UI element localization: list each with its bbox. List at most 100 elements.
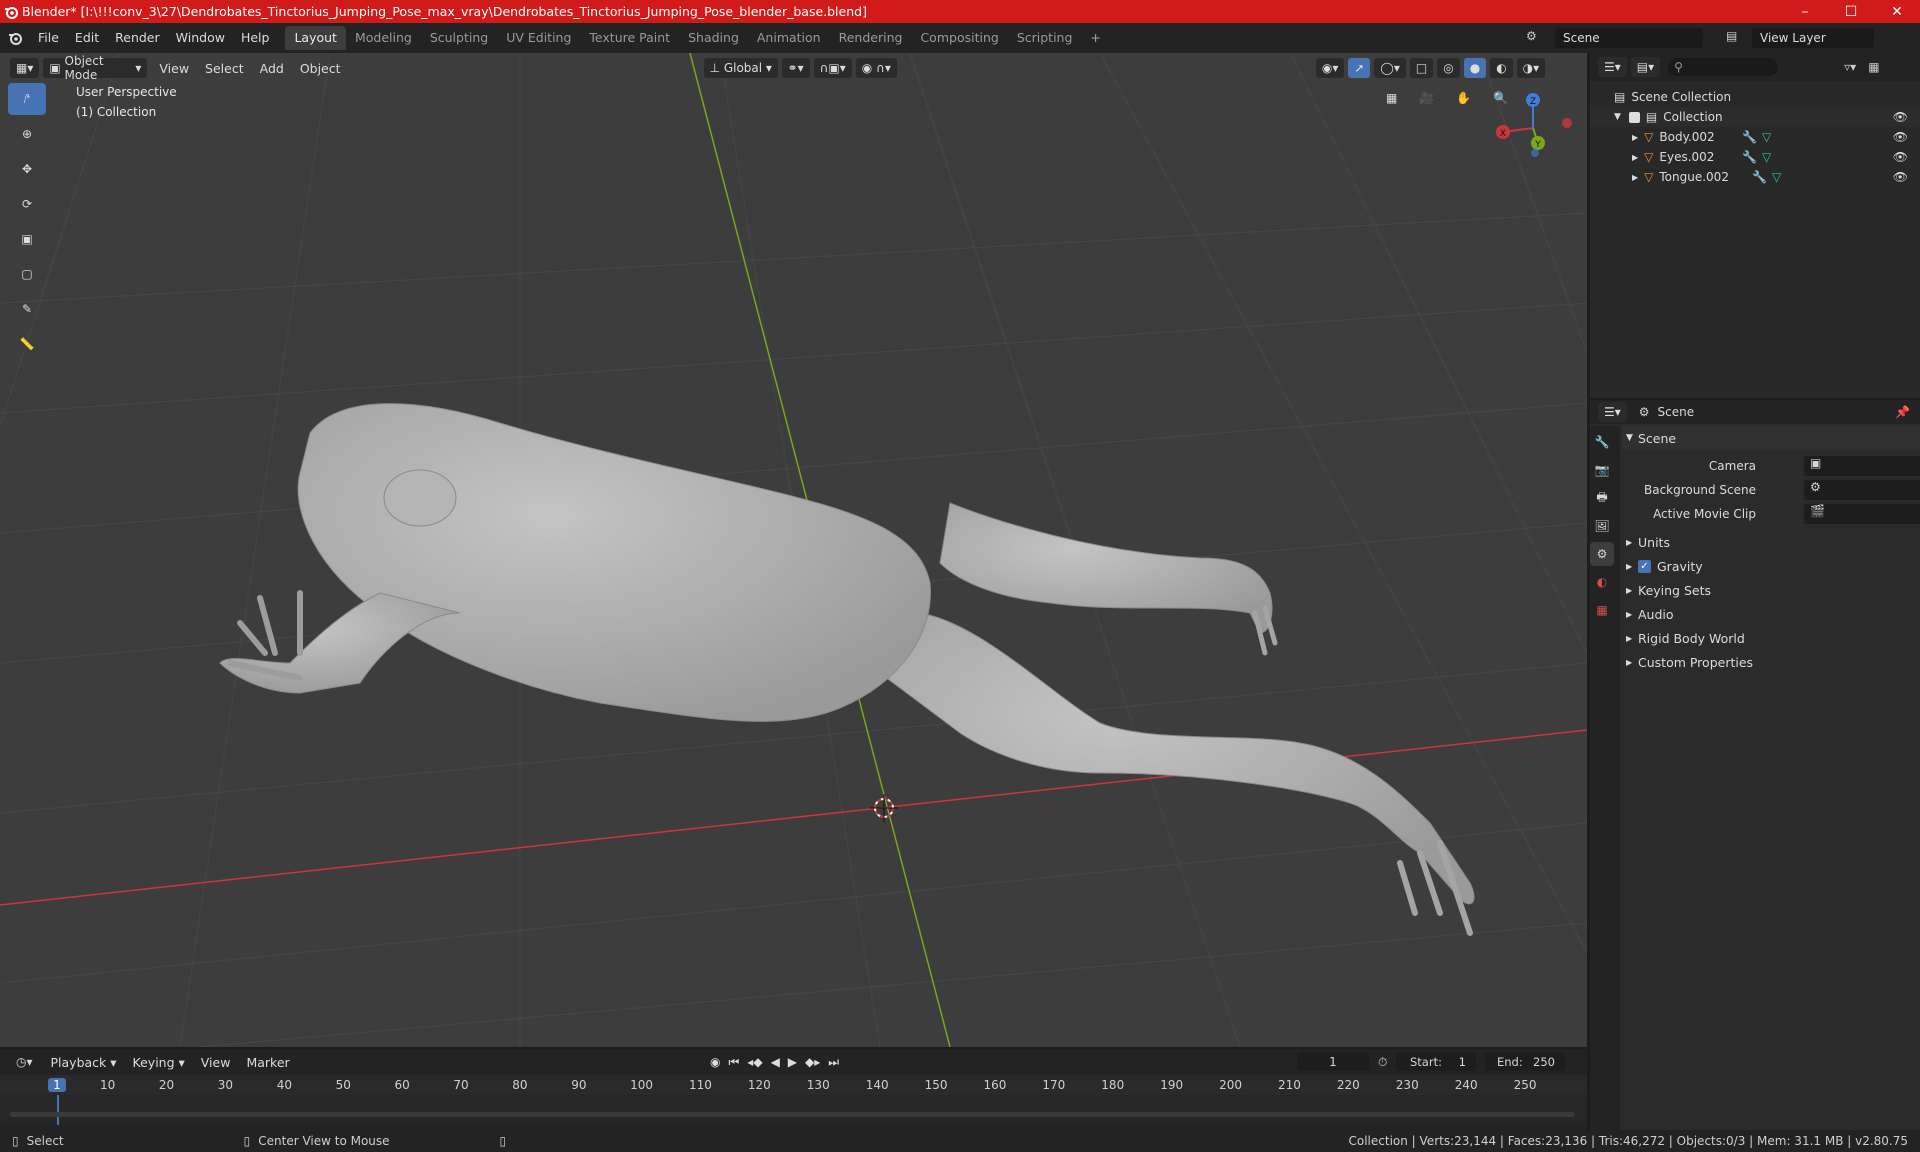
cursor-tool-icon[interactable]: ⊕ — [8, 118, 46, 150]
tab-modeling[interactable]: Modeling — [346, 26, 421, 50]
preview-range-icon[interactable]: ⏱ — [1378, 1055, 1387, 1070]
maximize-button[interactable]: ☐ — [1828, 0, 1874, 23]
menu-window[interactable]: Window — [168, 23, 233, 53]
minimize-button[interactable]: – — [1782, 0, 1828, 23]
start-frame-field[interactable]: Start: 1 — [1396, 1053, 1476, 1071]
visibility-eye-icon[interactable]: 👁 — [1893, 150, 1908, 164]
transform-tool-icon[interactable]: ▢ — [8, 258, 46, 290]
world-tab-icon[interactable]: ◐ — [1590, 570, 1614, 594]
panel-custom-properties[interactable]: ▶ Custom Properties — [1622, 650, 1920, 674]
viewport-menu-object[interactable]: Object — [292, 61, 349, 76]
overlay-icon[interactable]: ◯▾ — [1374, 58, 1406, 78]
jump-end-icon[interactable]: ⏭ — [828, 1055, 839, 1070]
scene-tab-icon[interactable]: ⚙ — [1590, 542, 1614, 566]
snap-icon[interactable]: ∩▣▾ — [813, 58, 852, 78]
visibility-eye-icon[interactable]: 👁 — [1893, 170, 1908, 184]
panel-audio[interactable]: ▶ Audio — [1622, 602, 1920, 626]
play-reverse-icon[interactable]: ◀ — [771, 1055, 780, 1069]
new-collection-icon[interactable]: ▦ — [1868, 60, 1879, 74]
visibility-icon[interactable]: ◉▾ — [1315, 58, 1345, 78]
gizmo-toggle-icon[interactable]: ➚ — [1348, 58, 1371, 78]
modifier-wrench-icon[interactable]: 🔧 — [1742, 150, 1757, 164]
menu-edit[interactable]: Edit — [67, 23, 107, 53]
outliner-row-scene-collection[interactable]: ▤ Scene Collection — [1590, 87, 1920, 107]
timeline-menu-marker[interactable]: Marker — [238, 1055, 297, 1070]
panel-gravity[interactable]: ▶ ✓ Gravity — [1622, 554, 1920, 578]
solid-shading-icon[interactable]: ● — [1463, 58, 1487, 78]
timeline-menu-keying[interactable]: Keying ▾ — [125, 1055, 193, 1070]
display-mode-icon[interactable]: ▤▾ — [1630, 57, 1661, 77]
add-workspace-icon[interactable]: + — [1081, 26, 1109, 50]
scene-selector-icon[interactable]: ⚙ — [1526, 29, 1537, 43]
mesh-data-icon[interactable]: ▽ — [1772, 170, 1781, 184]
properties-editor-icon[interactable]: ☰▾ — [1598, 402, 1627, 422]
visibility-eye-icon[interactable]: 👁 — [1893, 130, 1908, 144]
gravity-checkbox[interactable]: ✓ — [1638, 559, 1651, 573]
tab-shading[interactable]: Shading — [679, 26, 748, 50]
annotate-tool-icon[interactable]: ✎ — [8, 293, 46, 325]
measure-tool-icon[interactable]: 📏 — [8, 328, 46, 360]
3d-cursor[interactable] — [870, 794, 898, 822]
rotate-tool-icon[interactable]: ⟳ — [8, 188, 46, 220]
mesh-data-icon[interactable]: ▽ — [1762, 150, 1771, 164]
mesh-data-icon[interactable]: ▽ — [1762, 130, 1771, 144]
panel-keying-sets[interactable]: ▶ Keying Sets — [1622, 578, 1920, 602]
view-layer-icon[interactable]: ▤ — [1726, 29, 1737, 43]
tab-layout[interactable]: Layout — [285, 26, 346, 50]
view-layer-field[interactable]: View Layer — [1752, 28, 1874, 48]
mode-dropdown[interactable]: ▣ Object Mode ▾ — [43, 54, 148, 82]
3d-viewport[interactable] — [0, 53, 1587, 1047]
timeline-scrollbar[interactable] — [10, 1112, 1575, 1117]
camera-field[interactable]: ▣✑ — [1804, 456, 1920, 476]
timeline-track-area[interactable] — [0, 1095, 1587, 1125]
camera-view-icon[interactable]: 🎥 — [1413, 88, 1440, 108]
xray-icon[interactable]: □ — [1409, 58, 1434, 78]
jump-start-icon[interactable]: ⏮ — [728, 1055, 739, 1070]
pan-hand-icon[interactable]: ✋ — [1450, 88, 1477, 108]
pin-icon[interactable]: 📌 — [1895, 405, 1910, 419]
tab-scripting[interactable]: Scripting — [1008, 26, 1082, 50]
expand-arrow-icon[interactable]: ▶ — [1632, 133, 1638, 142]
timeline-menu-playback[interactable]: Playback ▾ — [43, 1055, 125, 1070]
editor-type-icon[interactable]: ▦▾ — [10, 58, 40, 78]
blender-menu-icon[interactable] — [0, 31, 30, 45]
collection-checkbox[interactable] — [1628, 111, 1640, 123]
panel-scene-header[interactable]: ▼ Scene — [1622, 426, 1920, 450]
gizmo-neg-x[interactable] — [1562, 118, 1572, 128]
render-tab-icon[interactable]: 📷 — [1590, 458, 1614, 482]
frame-ruler[interactable]: 1 10 20 30 40 50 60 70 80 90 100 110 120 130 140 150 160… — [0, 1075, 1587, 1095]
proportional-edit-icon[interactable]: ◉ ∩▾ — [855, 58, 897, 78]
tool-tab-icon[interactable]: 🔧 — [1590, 430, 1614, 454]
timeline-editor-icon[interactable]: ◷▾ — [10, 1052, 39, 1072]
menu-file[interactable]: File — [30, 23, 67, 53]
tab-texture-paint[interactable]: Texture Paint — [580, 26, 679, 50]
prev-keyframe-icon[interactable]: ◂◆ — [747, 1055, 762, 1069]
record-icon[interactable]: ◉ — [710, 1055, 720, 1069]
output-tab-icon[interactable]: 🖶 — [1590, 486, 1614, 510]
expand-arrow-icon[interactable]: ▼ — [1614, 112, 1621, 122]
scene-name-field[interactable]: Scene — [1555, 28, 1703, 48]
outliner-row-object[interactable]: ▶ ▽ Eyes.002 🔧 ▽ 👁 — [1590, 147, 1920, 167]
modifier-wrench-icon[interactable]: 🔧 — [1742, 130, 1757, 144]
background-scene-field[interactable]: ⚙ — [1804, 480, 1920, 500]
end-frame-field[interactable]: End: 250 — [1485, 1053, 1565, 1071]
pivot-icon[interactable]: ⚭▾ — [781, 58, 810, 78]
viewport-menu-add[interactable]: Add — [252, 61, 292, 76]
gizmo-neg-z[interactable] — [1531, 149, 1539, 157]
tab-uv-editing[interactable]: UV Editing — [497, 26, 580, 50]
current-frame-field[interactable]: 1 — [1297, 1053, 1369, 1071]
tab-rendering[interactable]: Rendering — [830, 26, 912, 50]
tab-sculpting[interactable]: Sculpting — [421, 26, 497, 50]
expand-arrow-icon[interactable]: ▶ — [1632, 173, 1638, 182]
select-box-tool-icon[interactable]: ⭚ — [8, 83, 46, 115]
expand-arrow-icon[interactable]: ▶ — [1632, 153, 1638, 162]
transform-orientation-dropdown[interactable]: ⊥ Global ▾ — [703, 58, 778, 78]
outliner-search-input[interactable]: ⚲ — [1668, 58, 1779, 76]
menu-help[interactable]: Help — [233, 23, 278, 53]
texture-tab-icon[interactable]: ▦ — [1590, 598, 1614, 622]
wireframe-shading-icon[interactable]: ◎ — [1437, 58, 1460, 78]
panel-units[interactable]: ▶ Units — [1622, 530, 1920, 554]
outliner-row-object[interactable]: ▶ ▽ Tongue.002 🔧 ▽ 👁 — [1590, 167, 1920, 187]
tab-animation[interactable]: Animation — [748, 26, 830, 50]
next-keyframe-icon[interactable]: ◆▸ — [805, 1055, 820, 1069]
